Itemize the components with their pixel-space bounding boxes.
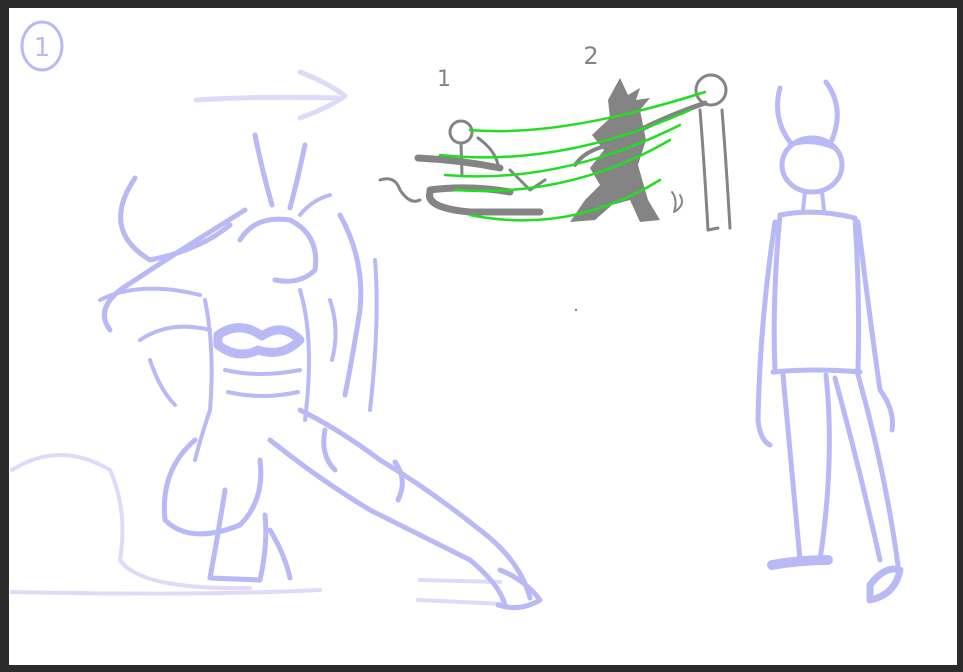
sketch-artwork: 1 1 2	[10, 20, 904, 611]
figure-2-label: 2	[583, 42, 598, 70]
stray-mark	[574, 308, 578, 312]
standing-figure-sketch	[755, 79, 904, 604]
panel-number-annotation: 1	[20, 20, 64, 72]
figure-1-label: 1	[437, 67, 451, 92]
app-frame: 1 1 2	[0, 0, 963, 672]
energy-strands	[438, 90, 707, 222]
motion-arrow	[193, 69, 348, 121]
thumbnail-scene: 1 2	[378, 42, 732, 232]
drawing-canvas[interactable]: 1 1 2	[9, 8, 957, 665]
panel-number-text: 1	[34, 33, 51, 63]
crouching-figure-sketch	[98, 132, 543, 611]
